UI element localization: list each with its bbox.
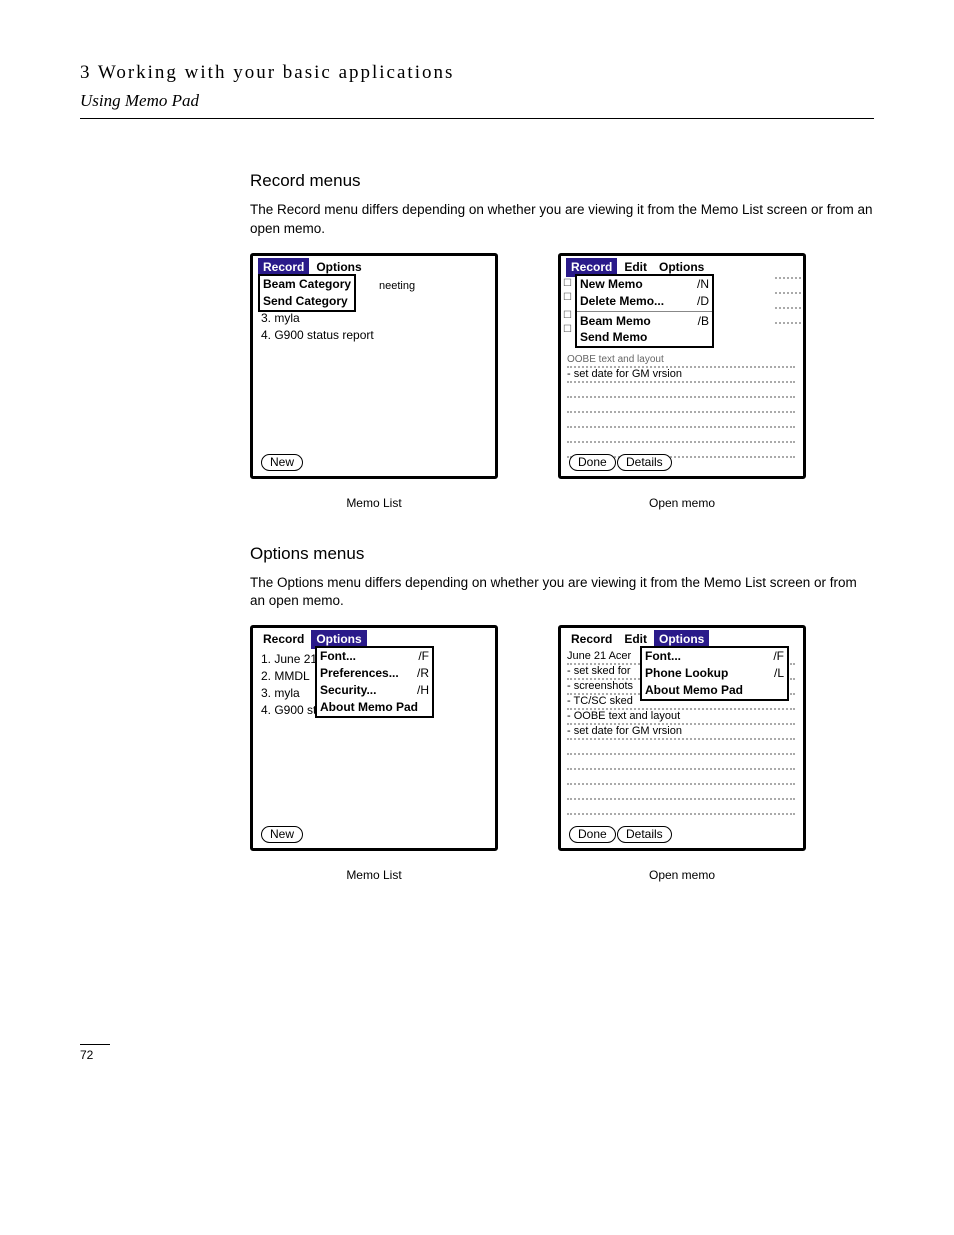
- menu-new-memo[interactable]: New Memo/N: [577, 276, 712, 293]
- options-dropdown: Font.../F Preferences.../R Security.../H…: [315, 646, 434, 717]
- menu-record[interactable]: Record: [258, 630, 309, 649]
- figure-caption: Open memo: [649, 495, 715, 512]
- memo-line: June 21 Acer: [567, 650, 631, 663]
- memo-line: TC/SC sked: [567, 695, 633, 708]
- open-memo-options-screenshot: Record Edit Options June 21 Acer set ske…: [558, 625, 806, 851]
- menu-security[interactable]: Security.../H: [317, 682, 432, 699]
- menu-about[interactable]: About Memo Pad: [317, 699, 432, 716]
- menu-font[interactable]: Font.../F: [317, 648, 432, 665]
- figure-caption: Memo List: [346, 495, 401, 512]
- memo-line: screenshots: [567, 680, 633, 693]
- memo-line: OOBE text and layout: [567, 710, 680, 723]
- chapter-title: 3 Working with your basic applications: [80, 60, 874, 87]
- bg-lines: [775, 276, 801, 324]
- options-menus-para: The Options menu differs depending on wh…: [250, 574, 874, 612]
- memo-line: OOBE text and layout: [567, 353, 664, 366]
- menu-preferences[interactable]: Preferences.../R: [317, 665, 432, 682]
- options-dropdown: Font.../F Phone Lookup/L About Memo Pad: [640, 646, 789, 700]
- record-dropdown: Beam Category Send Category: [258, 274, 356, 312]
- record-menus-heading: Record menus: [250, 169, 874, 193]
- new-button[interactable]: New: [261, 826, 303, 843]
- header-divider: [80, 118, 874, 119]
- done-button[interactable]: Done: [569, 454, 616, 471]
- bg-text: neeting: [379, 279, 487, 294]
- menu-send-memo[interactable]: Send Memo: [577, 329, 712, 346]
- options-menus-heading: Options menus: [250, 542, 874, 566]
- figure-caption: Open memo: [649, 867, 715, 884]
- figure-caption: Memo List: [346, 867, 401, 884]
- open-memo-record-screenshot: Record Edit Options ☐☐☐☐ New Memo/N Dele…: [558, 253, 806, 479]
- memo-line: set date for GM vrsion: [567, 368, 682, 381]
- list-item[interactable]: 3. myla: [261, 310, 487, 327]
- done-button[interactable]: Done: [569, 826, 616, 843]
- section-subtitle: Using Memo Pad: [80, 89, 874, 113]
- memo-line: set date for GM vrsion: [567, 725, 682, 738]
- memo-list-record-screenshot: Record Options Beam Category Send Catego…: [250, 253, 498, 479]
- new-button[interactable]: New: [261, 454, 303, 471]
- menu-beam-category[interactable]: Beam Category: [260, 276, 354, 293]
- menu-beam-memo[interactable]: Beam Memo/B: [577, 313, 712, 330]
- memo-list-options-screenshot: Record Options 1. June 21 2. MMDL 3. myl…: [250, 625, 498, 851]
- page-number: 72: [80, 1044, 110, 1064]
- menu-about[interactable]: About Memo Pad: [642, 682, 787, 699]
- options-menus-figures: Record Options 1. June 21 2. MMDL 3. myl…: [250, 625, 874, 884]
- details-button[interactable]: Details: [617, 826, 672, 843]
- details-button[interactable]: Details: [617, 454, 672, 471]
- menu-delete-memo[interactable]: Delete Memo.../D: [577, 293, 712, 310]
- record-dropdown: New Memo/N Delete Memo.../D Beam Memo/B …: [575, 274, 714, 348]
- list-item[interactable]: 4. G900 status report: [261, 327, 487, 344]
- record-menus-figures: Record Options Beam Category Send Catego…: [250, 253, 874, 512]
- menu-record[interactable]: Record: [566, 630, 617, 649]
- menu-phone-lookup[interactable]: Phone Lookup/L: [642, 665, 787, 682]
- checklist-ticks: ☐☐☐☐: [563, 277, 572, 337]
- record-menus-para: The Record menu differs depending on whe…: [250, 201, 874, 239]
- menu-send-category[interactable]: Send Category: [260, 293, 354, 310]
- menu-font[interactable]: Font.../F: [642, 648, 787, 665]
- memo-line: set sked for: [567, 665, 631, 678]
